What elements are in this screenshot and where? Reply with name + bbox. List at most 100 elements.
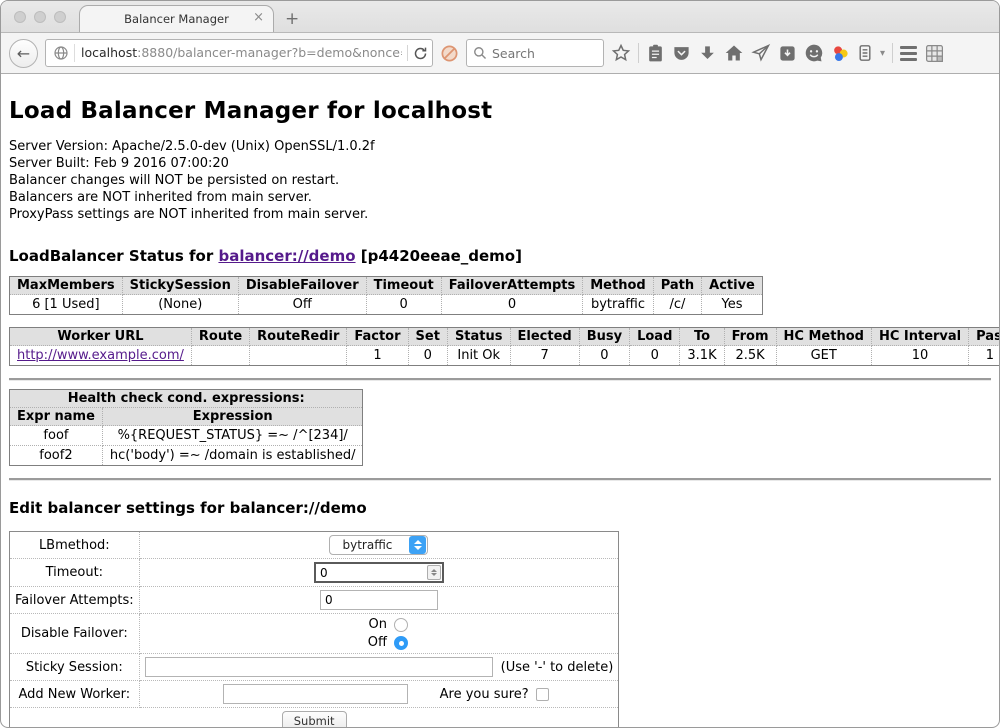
new-tab-button[interactable]: +: [285, 9, 299, 29]
col-method: Method: [583, 277, 653, 295]
col-disablefailover: DisableFailover: [238, 277, 366, 295]
download-icon[interactable]: [698, 44, 717, 63]
url-bar[interactable]: localhost:8880/balancer-manager?b=demo&n…: [45, 39, 433, 67]
cell-worker-url: http://www.example.com/: [10, 346, 192, 366]
col-factor: Factor: [347, 328, 408, 346]
title-bar: Balancer Manager × +: [1, 1, 999, 33]
disable-failover-off-radio[interactable]: [394, 636, 408, 650]
col-from: From: [724, 328, 776, 346]
cell-set: 0: [408, 346, 447, 366]
server-version-line: Server Version: Apache/2.5.0-dev (Unix) …: [9, 138, 991, 155]
save-to-device-icon[interactable]: [778, 44, 797, 63]
cell-to: 3.1K: [680, 346, 724, 366]
submit-button[interactable]: Submit: [282, 711, 347, 728]
home-icon[interactable]: [724, 43, 744, 63]
section-divider: [9, 378, 991, 381]
cell-hc-method: GET: [776, 346, 871, 366]
table-row: foof %{REQUEST_STATUS} =~ /^[234]/: [10, 426, 363, 446]
add-worker-label: Add New Worker:: [10, 681, 140, 708]
form-row-lbmethod: LBmethod: bytraffic: [10, 532, 619, 559]
timeout-input[interactable]: [314, 562, 444, 583]
cell-timeout: 0: [366, 295, 441, 315]
navigation-toolbar: ← localhost:8880/balancer-manager?b=demo…: [1, 33, 999, 74]
edit-settings-heading: Edit balancer settings for balancer://de…: [9, 499, 991, 517]
url-input[interactable]: localhost:8880/balancer-manager?b=demo&n…: [74, 44, 402, 62]
col-load: Load: [630, 328, 680, 346]
menu-icon[interactable]: [900, 46, 917, 61]
col-worker-url: Worker URL: [10, 328, 192, 346]
status-heading-prefix: LoadBalancer Status for: [9, 247, 218, 265]
col-stickysession: StickySession: [122, 277, 238, 295]
zoom-window-button[interactable]: [54, 11, 66, 23]
url-domain: localhost: [81, 45, 137, 60]
sticky-session-label: Sticky Session:: [10, 654, 140, 681]
add-worker-input[interactable]: [223, 684, 408, 704]
minimize-window-button[interactable]: [34, 11, 46, 23]
lbmethod-select[interactable]: bytraffic: [329, 535, 428, 555]
failover-attempts-input[interactable]: [320, 590, 438, 610]
cell-elected: 7: [510, 346, 579, 366]
cell-passes: 1 (0): [969, 346, 1000, 366]
sidebar-list-icon[interactable]: [857, 43, 873, 63]
form-row-sticky: Sticky Session: (Use '-' to delete): [10, 654, 619, 681]
sticky-session-input[interactable]: [145, 657, 493, 677]
server-built-line: Server Built: Feb 9 2016 07:00:20: [9, 155, 991, 172]
cell-busy: 0: [579, 346, 629, 366]
tab-balancer-manager[interactable]: Balancer Manager ×: [79, 5, 274, 32]
toolbar-divider: [638, 43, 639, 63]
col-to: To: [680, 328, 724, 346]
col-expression: Expression: [102, 408, 363, 426]
select-stepper-icon: [409, 536, 426, 554]
balancer-demo-link[interactable]: balancer://demo: [218, 247, 355, 265]
feedback-smiley-icon[interactable]: [804, 43, 824, 63]
cell-load: 0: [630, 346, 680, 366]
cell-routeredir: [250, 346, 347, 366]
cell-maxmembers: 6 [1 Used]: [10, 295, 123, 315]
col-passes: Passes: [969, 328, 1000, 346]
disable-failover-label: Disable Failover:: [10, 614, 140, 654]
table-row: http://www.example.com/ 1 0 Init Ok 7 0 …: [10, 346, 1000, 366]
bookmarks-clipboard-icon[interactable]: [646, 44, 665, 63]
url-path: :8880/balancer-manager?b=demo&nonce=decc…: [137, 45, 402, 60]
color-dots-extension-icon[interactable]: [831, 44, 850, 63]
tab-close-icon[interactable]: ×: [253, 11, 264, 24]
table-row: foof2 hc('body') =~ /domain is establish…: [10, 446, 363, 466]
worker-url-link[interactable]: http://www.example.com/: [17, 348, 184, 363]
toolbar-divider-2: [892, 43, 893, 63]
are-you-sure-checkbox[interactable]: [536, 688, 549, 701]
number-spinner-icon[interactable]: [427, 565, 441, 580]
col-busy: Busy: [579, 328, 629, 346]
send-plane-icon[interactable]: [751, 43, 771, 63]
table-row: 6 [1 Used] (None) Off 0 0 bytraffic /c/ …: [10, 295, 763, 315]
inherit-note-line: Balancers are NOT inherited from main se…: [9, 189, 991, 206]
col-set: Set: [408, 328, 447, 346]
close-window-button[interactable]: [14, 11, 26, 23]
content-blocked-icon[interactable]: [440, 44, 459, 63]
disable-failover-on-radio[interactable]: [394, 618, 408, 632]
pocket-icon[interactable]: [672, 44, 691, 63]
form-row-failover: Failover Attempts:: [10, 587, 619, 614]
back-button[interactable]: ←: [9, 39, 38, 68]
table-header-row: MaxMembers StickySession DisableFailover…: [10, 277, 763, 295]
col-route: Route: [191, 328, 249, 346]
radio-on-label: On: [348, 617, 387, 632]
search-bar[interactable]: [466, 39, 604, 67]
globe-icon: [53, 45, 69, 61]
edit-balancer-form: LBmethod: bytraffic Timeout:: [9, 531, 619, 728]
lbmethod-label: LBmethod:: [10, 532, 140, 559]
server-info: Server Version: Apache/2.5.0-dev (Unix) …: [9, 138, 991, 223]
cell-from: 2.5K: [724, 346, 776, 366]
bookmark-star-icon[interactable]: [611, 43, 631, 63]
search-input[interactable]: [492, 46, 587, 61]
reload-icon[interactable]: [413, 46, 428, 61]
table-header-row: Expr name Expression: [10, 408, 363, 426]
cell-path: /c/: [653, 295, 701, 315]
col-maxmembers: MaxMembers: [10, 277, 123, 295]
are-you-sure-label: Are you sure?: [440, 687, 529, 702]
grid-extension-icon[interactable]: [924, 43, 945, 64]
cell-status: Init Ok: [447, 346, 510, 366]
chevron-down-icon[interactable]: ▾: [880, 48, 885, 59]
form-row-add-worker: Add New Worker: Are you sure?: [10, 681, 619, 708]
cell-expression: %{REQUEST_STATUS} =~ /^[234]/: [102, 426, 363, 446]
cell-stickysession: (None): [122, 295, 238, 315]
